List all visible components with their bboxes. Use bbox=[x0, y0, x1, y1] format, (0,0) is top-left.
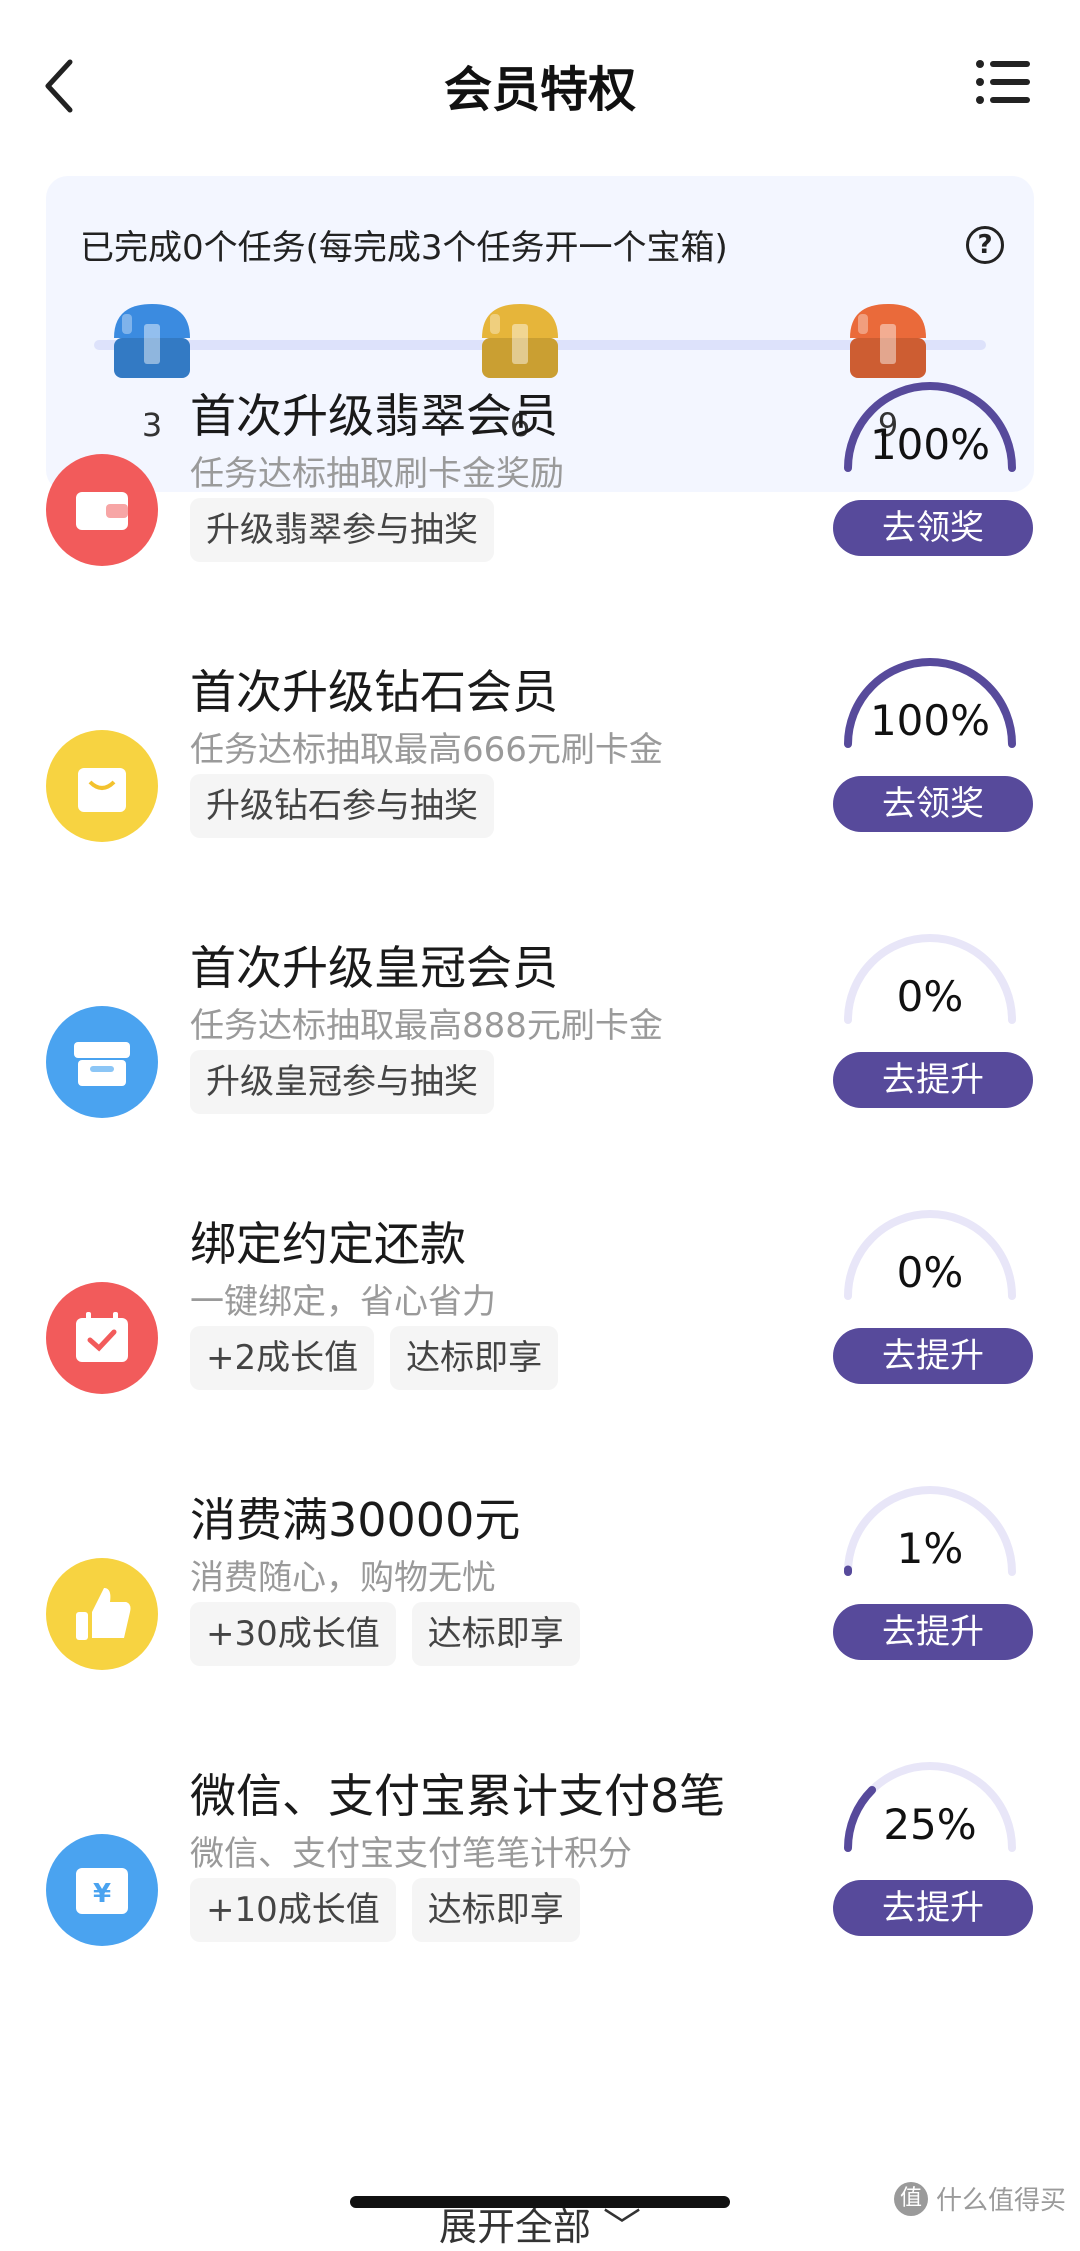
help-icon[interactable]: ? bbox=[966, 226, 1004, 264]
task-tag: 达标即享 bbox=[411, 1602, 580, 1666]
task-summary: 已完成0个任务(每完成3个任务开一个宝箱) bbox=[80, 228, 728, 268]
task-tag: 达标即享 bbox=[411, 1878, 580, 1942]
task-description: 消费随心，购物无忧 bbox=[190, 1558, 496, 1598]
task-item: 绑定约定还款一键绑定，省心省力 +2成长值 达标即享 0% 去提升 bbox=[0, 1208, 1080, 1486]
task-tag: +2成长值 bbox=[190, 1326, 375, 1390]
chevron-down-icon: ﹀ bbox=[603, 2205, 642, 2249]
task-item: ¥ 微信、支付宝累计支付8笔微信、支付宝支付笔笔计积分 +10成长值 达标即享 25% 去… bbox=[0, 1760, 1080, 2038]
page-title: 会员特权 bbox=[443, 62, 636, 118]
task-tag: 升级翡翠参与抽奖 bbox=[190, 498, 494, 562]
task-action-button[interactable]: 去领奖 bbox=[833, 776, 1033, 832]
expand-all-label: 展开全部 bbox=[438, 2205, 591, 2249]
progress-gauge: 1% bbox=[840, 1486, 1020, 1590]
shopping-bag-icon bbox=[46, 730, 158, 842]
task-action-button[interactable]: 去领奖 bbox=[833, 500, 1033, 556]
task-tags: +2成长值 达标即享 bbox=[190, 1326, 559, 1390]
task-title: 首次升级皇冠会员 bbox=[190, 941, 558, 995]
treasure-chest-icon bbox=[114, 304, 190, 378]
task-tag: +30成长值 bbox=[190, 1602, 396, 1666]
task-title: 微信、支付宝累计支付8笔 bbox=[190, 1769, 726, 1823]
yen-box-icon: ¥ bbox=[46, 1834, 158, 1946]
task-title: 首次升级翡翠会员 bbox=[190, 389, 558, 443]
progress-gauge: 0% bbox=[840, 934, 1020, 1038]
watermark-text: 什么值得买 bbox=[935, 2186, 1066, 2216]
task-item: 消费满30000元消费随心，购物无忧 +30成长值 达标即享 1% 去提升 bbox=[0, 1484, 1080, 1762]
store-icon bbox=[46, 1006, 158, 1118]
treasure-chest-icon bbox=[482, 304, 558, 378]
task-item: 首次升级钻石会员任务达标抽取最高666元刷卡金 升级钻石参与抽奖 100% 去领奖 bbox=[0, 656, 1080, 934]
task-description: 任务达标抽取刷卡金奖励 bbox=[190, 454, 564, 494]
task-action-button[interactable]: 去提升 bbox=[833, 1328, 1033, 1384]
home-indicator bbox=[350, 2196, 730, 2208]
task-tag: 升级钻石参与抽奖 bbox=[190, 774, 494, 838]
task-item: 首次升级翡翠会员任务达标抽取刷卡金奖励 升级翡翠参与抽奖 100% 去领奖 bbox=[0, 380, 1080, 658]
task-description: 一键绑定，省心省力 bbox=[190, 1282, 496, 1322]
task-description: 任务达标抽取最高666元刷卡金 bbox=[190, 730, 663, 770]
task-title: 绑定约定还款 bbox=[190, 1217, 466, 1271]
watermark-logo: 值 bbox=[893, 2181, 928, 2216]
progress-percent: 0% bbox=[896, 1248, 964, 1297]
task-tag: 升级皇冠参与抽奖 bbox=[190, 1050, 494, 1114]
menu-button[interactable] bbox=[974, 56, 1032, 108]
progress-percent: 0% bbox=[896, 972, 964, 1021]
task-action-button[interactable]: 去提升 bbox=[833, 1880, 1033, 1936]
task-tags: 升级皇冠参与抽奖 bbox=[190, 1050, 494, 1114]
watermark: 值 什么值得买 bbox=[893, 2180, 1066, 2217]
progress-gauge: 0% bbox=[840, 1210, 1020, 1314]
task-tags: 升级翡翠参与抽奖 bbox=[190, 498, 494, 562]
progress-gauge: 25% bbox=[840, 1762, 1020, 1866]
svg-text:¥: ¥ bbox=[93, 1879, 111, 1909]
task-title: 消费满30000元 bbox=[190, 1493, 521, 1547]
calendar-check-icon bbox=[46, 1282, 158, 1394]
progress-gauge: 100% bbox=[840, 658, 1020, 762]
task-tag: 达标即享 bbox=[390, 1326, 559, 1390]
progress-percent: 1% bbox=[896, 1524, 964, 1573]
progress-percent: 100% bbox=[869, 420, 991, 469]
treasure-chest-icon bbox=[850, 304, 926, 378]
progress-percent: 25% bbox=[883, 1800, 977, 1849]
task-tags: +10成长值 达标即享 bbox=[190, 1878, 580, 1942]
task-item: 首次升级皇冠会员任务达标抽取最高888元刷卡金 升级皇冠参与抽奖 0% 去提升 bbox=[0, 932, 1080, 1210]
task-description: 任务达标抽取最高888元刷卡金 bbox=[190, 1006, 663, 1046]
progress-gauge: 100% bbox=[840, 382, 1020, 486]
task-tags: +30成长值 达标即享 bbox=[190, 1602, 580, 1666]
thumbs-up-icon bbox=[46, 1558, 158, 1670]
task-action-button[interactable]: 去提升 bbox=[833, 1052, 1033, 1108]
task-action-button[interactable]: 去提升 bbox=[833, 1604, 1033, 1660]
task-tags: 升级钻石参与抽奖 bbox=[190, 774, 494, 838]
header: 会员特权 bbox=[0, 0, 1080, 170]
list-menu-icon bbox=[976, 60, 1030, 104]
wallet-icon bbox=[46, 454, 158, 566]
task-description: 微信、支付宝支付笔笔计积分 bbox=[190, 1834, 632, 1874]
task-tag: +10成长值 bbox=[190, 1878, 396, 1942]
progress-percent: 100% bbox=[869, 696, 991, 745]
task-title: 首次升级钻石会员 bbox=[190, 665, 558, 719]
